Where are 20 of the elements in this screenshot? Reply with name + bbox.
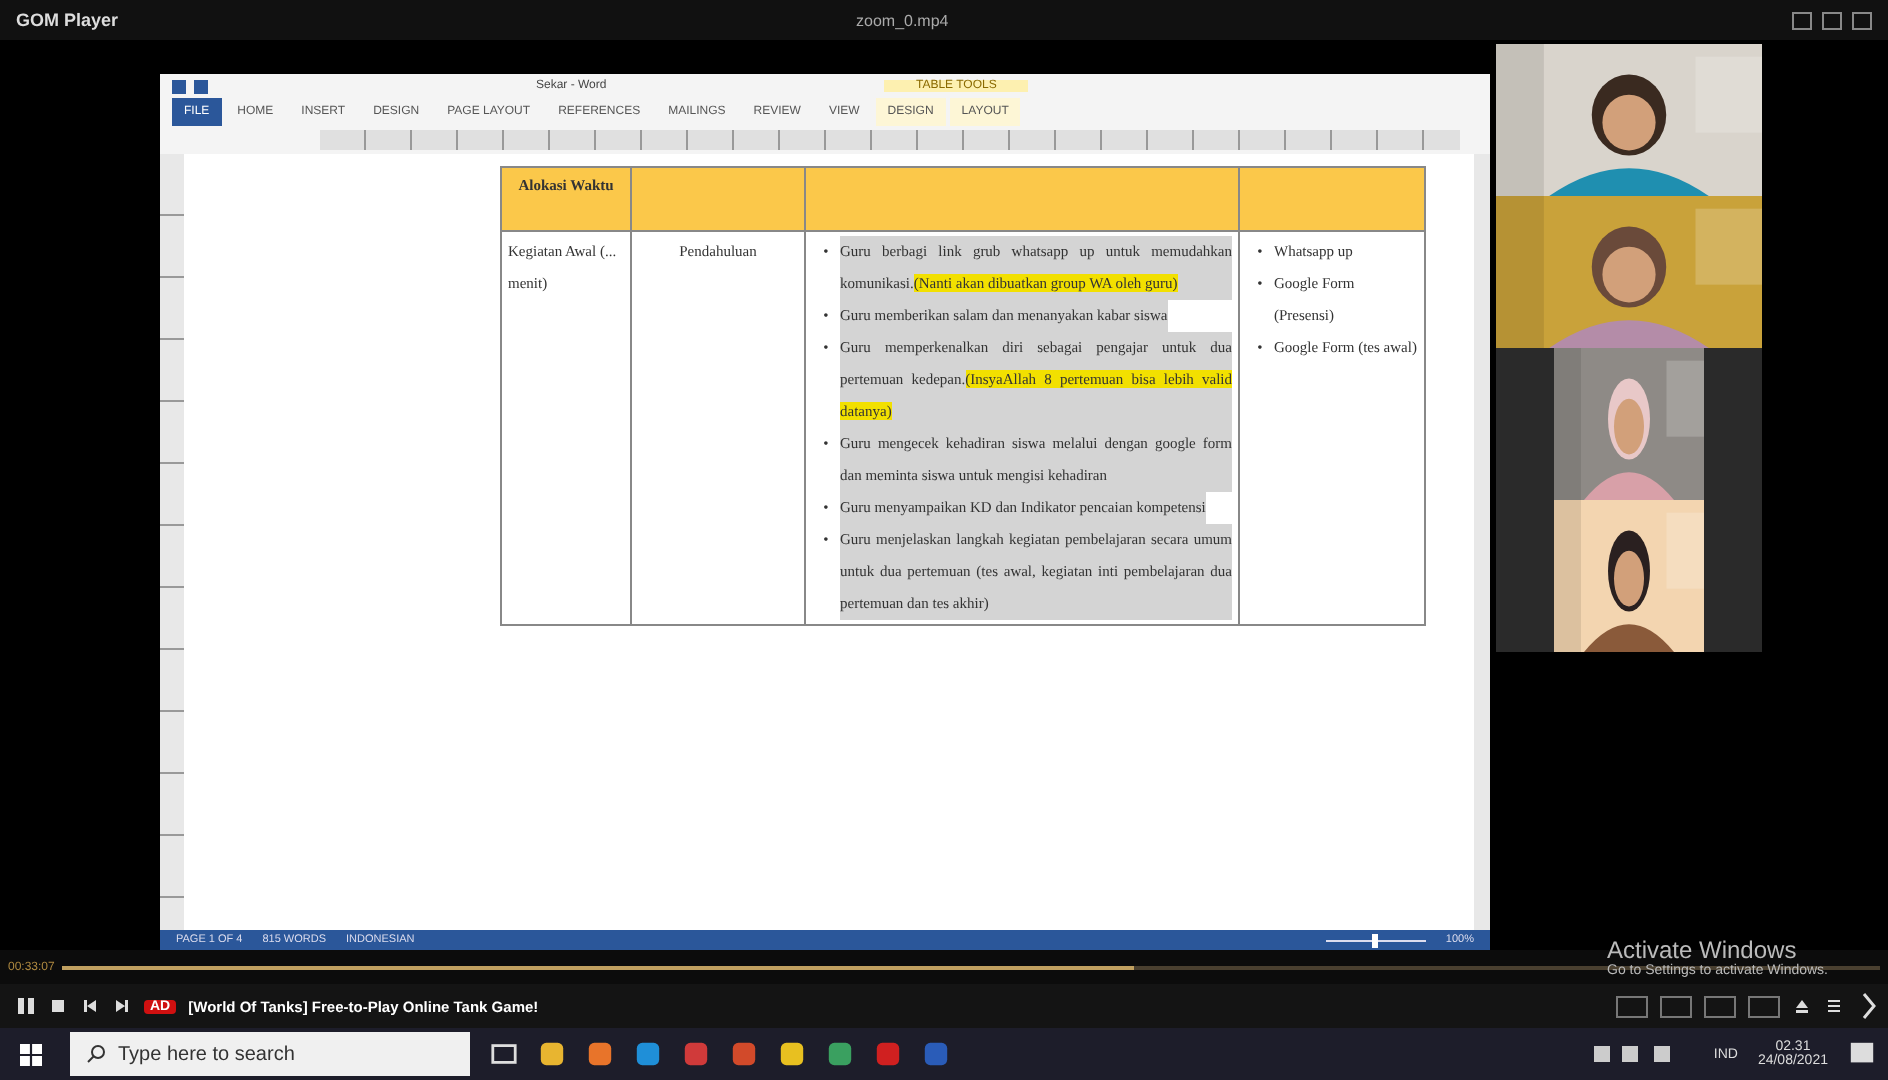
activation-notice: Activate Windows [1607, 936, 1797, 964]
app-icon[interactable] [874, 1040, 902, 1068]
app-icon[interactable] [682, 1040, 710, 1068]
next-icon[interactable] [112, 996, 132, 1016]
zoom-slider[interactable] [1371, 933, 1378, 947]
menu-icon[interactable] [1824, 996, 1844, 1016]
stop-icon[interactable] [48, 996, 68, 1016]
pause-icon[interactable] [16, 996, 36, 1016]
file-title: zoom_0.mp4 [856, 11, 951, 29]
app-icon[interactable] [826, 1040, 854, 1068]
eject-icon[interactable] [1792, 996, 1812, 1016]
previous-icon[interactable] [80, 996, 100, 1016]
app-title: GOM Player [16, 10, 121, 30]
app-icon[interactable] [730, 1040, 758, 1068]
search-field[interactable]: Type here to search [70, 1032, 470, 1076]
task-view-icon[interactable] [490, 1040, 518, 1068]
windows-icon[interactable] [20, 1043, 42, 1065]
search-icon [86, 1044, 106, 1064]
scrollbar[interactable] [1474, 154, 1490, 930]
app-icon[interactable] [922, 1040, 950, 1068]
